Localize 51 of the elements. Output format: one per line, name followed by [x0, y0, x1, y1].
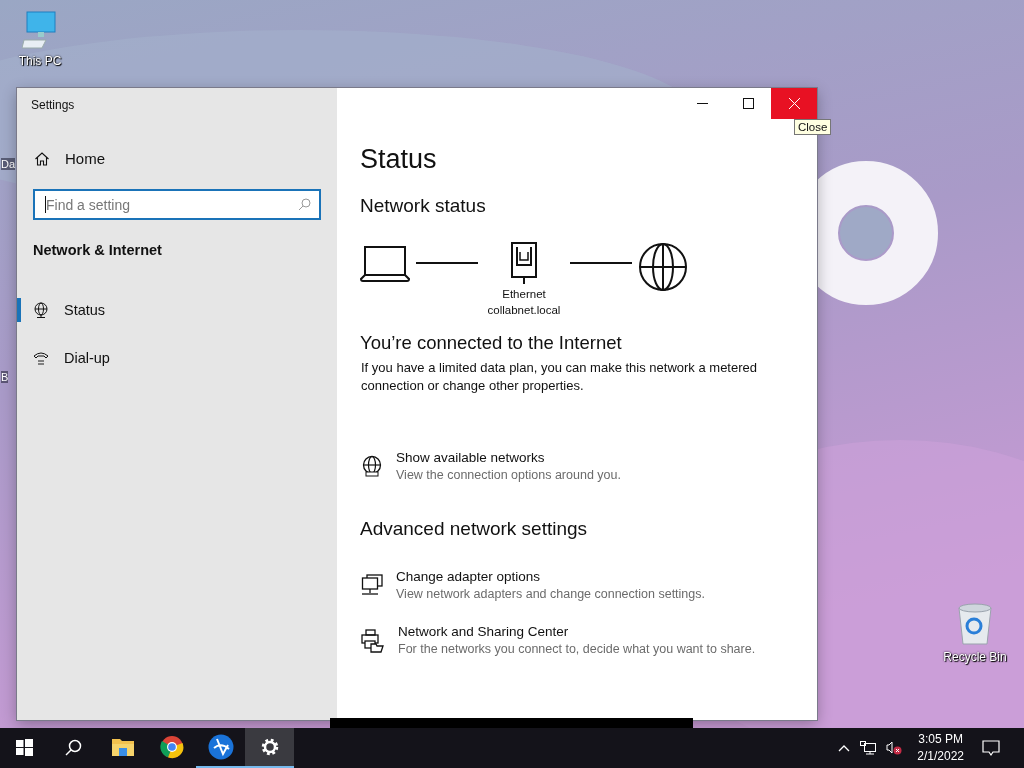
tooltip: Close [794, 119, 832, 135]
computer-icon[interactable] [22, 10, 58, 50]
muted-speaker-icon[interactable] [886, 741, 903, 755]
notifications-icon[interactable] [982, 739, 1000, 757]
nav-item[interactable]: Dial-up [17, 346, 337, 370]
folder-icon [110, 737, 135, 757]
network-icon[interactable] [860, 741, 877, 755]
globe-icon [361, 455, 383, 477]
monitors-icon [361, 574, 383, 596]
adapter-label: Ethernet [502, 287, 546, 302]
connection-line [416, 262, 478, 264]
clock[interactable]: 3:05 PM 2/1/2022 [917, 731, 964, 765]
section-heading: Network & Internet [32, 242, 163, 258]
home-icon [34, 150, 50, 167]
app-icon [207, 734, 234, 760]
globe-icon [638, 242, 688, 292]
ethernet-icon [510, 242, 538, 284]
section-heading: Advanced network settings [360, 518, 588, 540]
status-heading: You’re connected to the Internet [360, 332, 622, 354]
window-title: Settings [30, 97, 76, 114]
maximize-icon [742, 98, 754, 109]
desktop-icon-label[interactable]: B [1, 371, 9, 383]
desktop-icon-label[interactable]: Da [1, 158, 16, 170]
connection-line [570, 262, 632, 264]
link-description: View the connection options around you. [396, 468, 621, 482]
network-name: collabnet.local [487, 303, 561, 318]
section-heading: Network status [360, 195, 486, 217]
home-link[interactable]: Home [17, 150, 337, 167]
link-title[interactable]: Network and Sharing Center [398, 624, 756, 639]
clock-time: 3:05 PM [918, 731, 963, 748]
taskbar-app-button[interactable] [245, 728, 294, 768]
browser-icon [159, 735, 184, 759]
link-title[interactable]: Show available networks [396, 450, 621, 465]
close-icon [788, 98, 800, 109]
recycle-bin-icon[interactable] [955, 602, 995, 646]
status-description: If you have a limited data plan, you can make this network a metered connection or change other properties. [361, 359, 758, 395]
four-squares-icon [16, 738, 33, 756]
laptop-icon [360, 246, 410, 282]
link-title[interactable]: Change adapter options [396, 569, 705, 584]
phone-icon [33, 350, 49, 366]
link-description: View network adapters and change connection settings. [396, 587, 705, 601]
search-icon [65, 738, 82, 756]
chevron-up-icon[interactable] [838, 744, 851, 752]
search-icon [298, 198, 311, 211]
printer-folder-icon [361, 629, 385, 653]
page-title: Status [360, 144, 437, 175]
search-field[interactable]: Find a setting [33, 189, 321, 220]
gear-icon [259, 737, 280, 757]
link-description: For the networks you connect to, decide what you want to share. [398, 642, 756, 656]
globe-icon [33, 302, 49, 318]
clock-date: 2/1/2022 [917, 748, 964, 765]
